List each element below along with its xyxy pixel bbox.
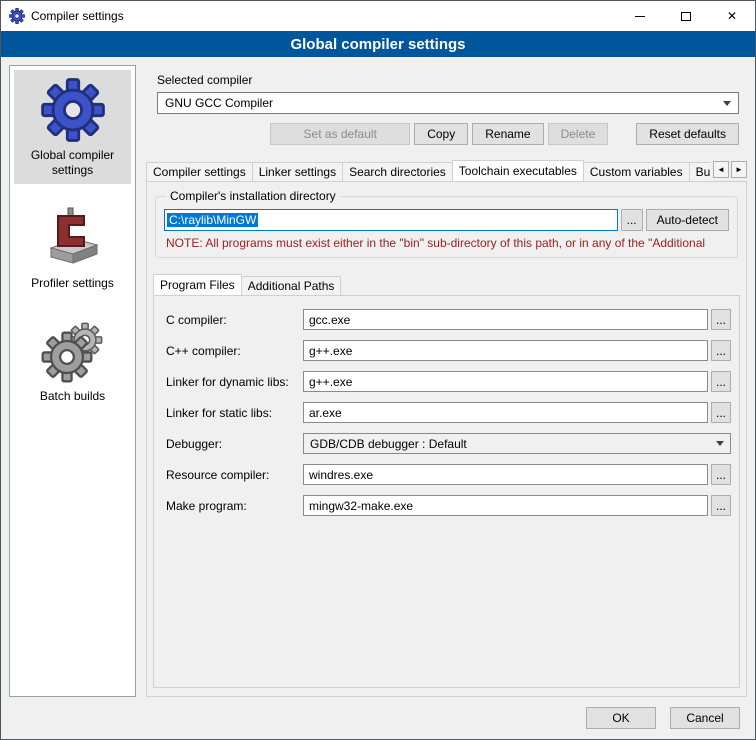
sidebar-item-batch-builds[interactable]: Batch builds	[14, 311, 131, 410]
window-controls: ✕	[617, 1, 755, 31]
install-dir-group: Compiler's installation directory C:\ray…	[155, 196, 738, 258]
dialog-header: Global compiler settings	[1, 31, 755, 57]
subtab-bar: Program FilesAdditional Paths	[153, 273, 740, 295]
field-label: C++ compiler:	[166, 344, 303, 358]
field-label: Linker for static libs:	[166, 406, 303, 420]
c-compiler-browse-button[interactable]: ...	[711, 309, 731, 330]
tab-linker-settings[interactable]: Linker settings	[252, 162, 343, 181]
maximize-icon	[681, 12, 691, 21]
install-dir-row: C:\raylib\MinGW ... Auto-detect	[164, 209, 729, 231]
field-label: Debugger:	[166, 437, 303, 451]
dialog-body: Global compiler settings Profiler settin…	[1, 57, 755, 697]
field-label: Linker for dynamic libs:	[166, 375, 303, 389]
tab-scroll-left-icon[interactable]: ◄	[713, 161, 729, 178]
toolchain-executables-panel: Compiler's installation directory C:\ray…	[146, 181, 747, 697]
resource-compiler-input[interactable]	[303, 464, 708, 485]
ok-button[interactable]: OK	[586, 707, 656, 729]
maximize-button[interactable]	[663, 1, 709, 31]
gear-icon	[41, 78, 105, 142]
sidebar-item-global-compiler-settings[interactable]: Global compiler settings	[14, 70, 131, 184]
subtab-strip: Program FilesAdditional Paths	[153, 273, 740, 295]
window-title: Compiler settings	[31, 9, 124, 23]
tab-build-options[interactable]: Build options	[689, 162, 711, 181]
form-row-debugger: Debugger: GDB/CDB debugger : Default	[166, 433, 731, 454]
auto-detect-button[interactable]: Auto-detect	[646, 209, 729, 231]
field-label: Resource compiler:	[166, 468, 303, 482]
delete-button: Delete	[548, 123, 609, 145]
copy-button[interactable]: Copy	[414, 123, 468, 145]
compiler-settings-window: Compiler settings ✕ Global compiler sett…	[0, 0, 756, 740]
debugger-select[interactable]: GDB/CDB debugger : Default	[303, 433, 731, 454]
close-button[interactable]: ✕	[709, 1, 755, 31]
linker-for-dynamic-libs-browse-button[interactable]: ...	[711, 371, 731, 392]
form-row-linker-for-static-libs: Linker for static libs:...	[166, 402, 731, 423]
compiler-actions: Set as default Copy Rename Delete Reset …	[157, 123, 739, 145]
set-as-default-button: Set as default	[270, 123, 410, 145]
tab-compiler-settings[interactable]: Compiler settings	[146, 162, 253, 181]
form-row-make-program: Make program:...	[166, 495, 731, 516]
install-dir-browse-button[interactable]: ...	[621, 209, 643, 231]
minimize-icon	[635, 16, 645, 17]
install-dir-selected-text: C:\raylib\MinGW	[167, 213, 258, 227]
compiler-select[interactable]: GNU GCC Compiler	[157, 92, 739, 114]
tab-additional-paths[interactable]: Additional Paths	[241, 276, 342, 295]
sidebar: Global compiler settings Profiler settin…	[9, 65, 136, 697]
tab-scroll-buttons: ◄ ►	[711, 161, 747, 178]
reset-defaults-button[interactable]: Reset defaults	[636, 123, 739, 145]
resource-compiler-browse-button[interactable]: ...	[711, 464, 731, 485]
sidebar-item-label: Batch builds	[40, 389, 105, 404]
dialog-footer: OK Cancel	[1, 697, 755, 739]
cancel-button[interactable]: Cancel	[670, 707, 740, 729]
tab-program-files[interactable]: Program Files	[153, 274, 242, 295]
field-label: C compiler:	[166, 313, 303, 327]
combo-value: GDB/CDB debugger : Default	[310, 437, 710, 451]
field-label: Make program:	[166, 499, 303, 513]
form-row-cplusplus-compiler: C++ compiler:...	[166, 340, 731, 361]
selected-compiler-label: Selected compiler	[157, 73, 739, 87]
make-program-input[interactable]	[303, 495, 708, 516]
minimize-button[interactable]	[617, 1, 663, 31]
tab-search-directories[interactable]: Search directories	[342, 162, 453, 181]
tab-scroll-right-icon[interactable]: ►	[731, 161, 747, 178]
app-gear-icon	[9, 8, 25, 24]
make-program-browse-button[interactable]: ...	[711, 495, 731, 516]
program-files-panel: C compiler:...C++ compiler:...Linker for…	[153, 295, 740, 688]
install-dir-group-label: Compiler's installation directory	[166, 189, 340, 203]
profiler-clamp-icon	[41, 206, 105, 270]
sidebar-item-label: Global compiler settings	[16, 148, 129, 178]
chevron-down-icon	[723, 101, 731, 106]
close-icon: ✕	[727, 10, 737, 22]
sidebar-item-label: Profiler settings	[31, 276, 114, 291]
install-dir-input[interactable]: C:\raylib\MinGW	[164, 209, 618, 231]
install-dir-note: NOTE: All programs must exist either in …	[166, 236, 727, 250]
tab-bar: Compiler settingsLinker settingsSearch d…	[146, 159, 747, 181]
tab-strip: Compiler settingsLinker settingsSearch d…	[146, 159, 711, 181]
batch-gears-icon	[41, 319, 105, 383]
titlebar: Compiler settings ✕	[1, 1, 755, 31]
compiler-select-value: GNU GCC Compiler	[165, 96, 717, 110]
tab-toolchain-executables[interactable]: Toolchain executables	[452, 160, 584, 181]
rename-button[interactable]: Rename	[472, 123, 543, 145]
compiler-controls: Selected compiler GNU GCC Compiler Set a…	[146, 65, 747, 145]
form-row-c-compiler: C compiler:...	[166, 309, 731, 330]
cplusplus-compiler-browse-button[interactable]: ...	[711, 340, 731, 361]
form-row-linker-for-dynamic-libs: Linker for dynamic libs:...	[166, 371, 731, 392]
linker-for-static-libs-input[interactable]	[303, 402, 708, 423]
chevron-down-icon	[716, 441, 724, 446]
tab-custom-variables[interactable]: Custom variables	[583, 162, 690, 181]
c-compiler-input[interactable]	[303, 309, 708, 330]
linker-for-dynamic-libs-input[interactable]	[303, 371, 708, 392]
cplusplus-compiler-input[interactable]	[303, 340, 708, 361]
form-row-resource-compiler: Resource compiler:...	[166, 464, 731, 485]
linker-for-static-libs-browse-button[interactable]: ...	[711, 402, 731, 423]
main-area: Selected compiler GNU GCC Compiler Set a…	[146, 65, 747, 697]
sidebar-item-profiler-settings[interactable]: Profiler settings	[14, 198, 131, 297]
